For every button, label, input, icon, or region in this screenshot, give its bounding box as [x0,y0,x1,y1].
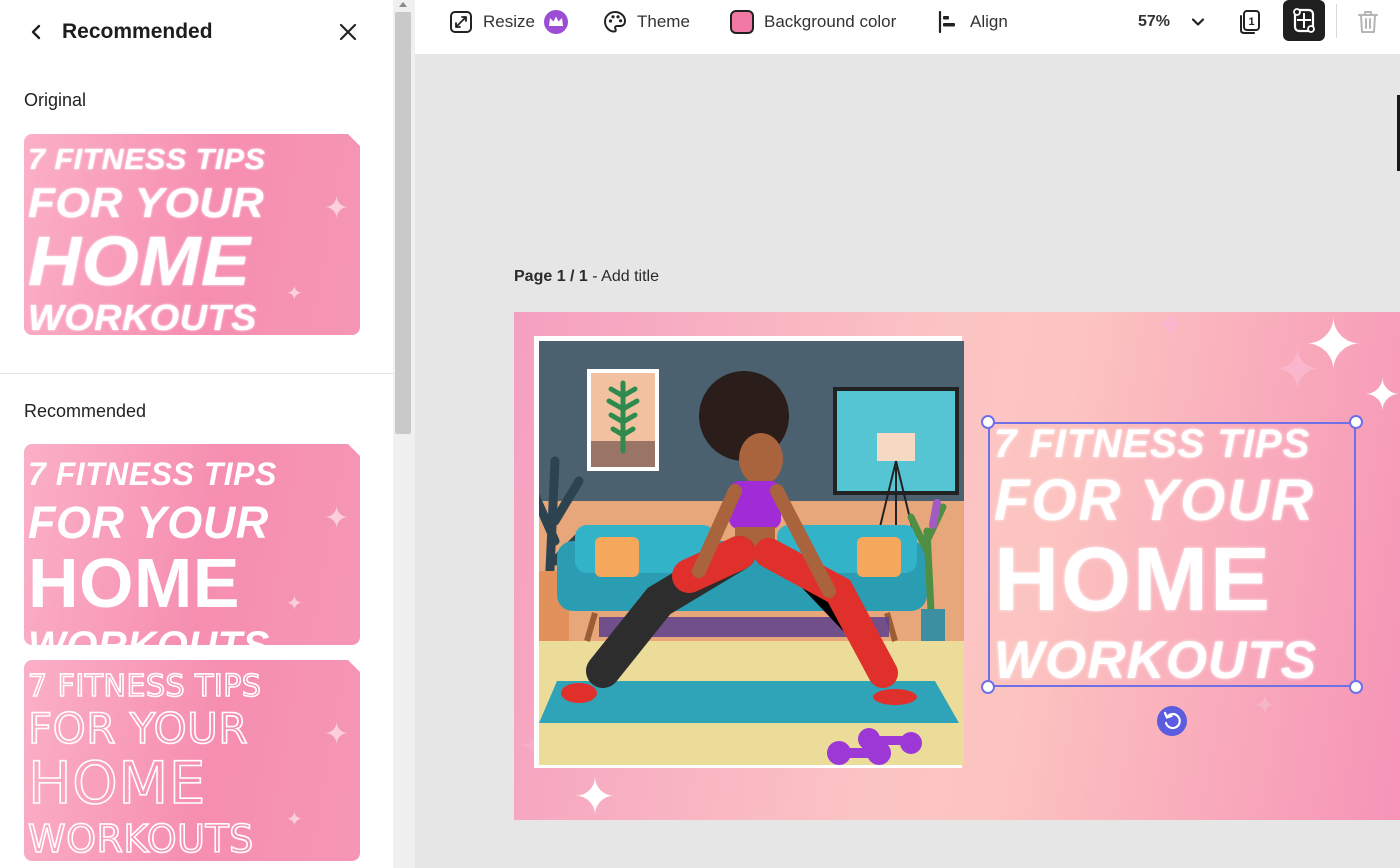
scroll-up-arrow-icon[interactable] [398,0,408,8]
close-button[interactable] [334,18,362,46]
selection-box[interactable] [988,422,1356,687]
resize-label: Resize [483,12,535,31]
resize-handle-bottom-left[interactable] [981,680,995,694]
resize-handle-top-right[interactable] [1349,415,1363,429]
sparkle-icon: ✦ [286,283,303,305]
sparkle-icon: ✦ [1274,338,1321,401]
sparkle-icon: ✦ [1254,690,1276,720]
workout-illustration[interactable] [539,341,964,765]
original-section-label: Original [24,90,87,110]
svg-text:1: 1 [1249,16,1255,28]
rotate-button[interactable] [1157,706,1187,736]
thumb-line-2: FOR YOUR [27,704,249,753]
toolbar-separator [1336,4,1337,38]
zoom-dropdown[interactable]: 57% [1138,8,1208,36]
sparkle-icon: ✦ [286,593,303,615]
recommendations-panel: Recommended Original ✦ ✦ 7 FITNESS TIPS … [0,0,393,868]
sparkle-icon: ✦ [286,809,303,831]
thumb-line-3: HOME [27,749,206,817]
chevron-left-icon [31,24,41,40]
thumb-line-4: WORKOUTS [28,626,270,645]
thumb-line-4: WORKOUTS [28,297,257,336]
pages-button[interactable]: 1 [1236,8,1264,36]
thumbnail-corner [348,660,360,672]
align-left-icon [938,10,955,34]
thumb-line-1: 7 FITNESS TIPS [27,669,262,704]
sparkle-icon: ✦ [1154,312,1188,348]
add-title-prompt[interactable]: - Add title [592,268,659,285]
page-number: Page 1 / 1 [514,268,588,285]
thumb-line-1: 7 FITNESS TIPS [28,456,277,492]
resize-handle-bottom-right[interactable] [1349,680,1363,694]
palette-icon [603,10,627,33]
panel-scrollbar-thumb[interactable] [395,12,411,434]
background-color-label: Background color [764,12,897,31]
resize-button[interactable]: Resize [449,8,569,36]
original-variant-thumbnail[interactable]: ✦ ✦ 7 FITNESS TIPS FOR YOUR HOME WORKOUT… [24,134,360,335]
resize-handle-top-left[interactable] [981,415,995,429]
background-color-button[interactable]: Background color [730,8,896,36]
thumb-line-2: FOR YOUR [28,497,269,548]
back-button[interactable] [22,18,50,46]
background-color-swatch [730,10,754,34]
sparkle-icon: ✦ [324,502,350,535]
theme-button[interactable]: Theme [603,8,690,36]
sparkle-icon: ✦ [1364,371,1400,420]
zoom-level: 57% [1138,13,1171,30]
recommended-variant-thumbnail-1[interactable]: ✦ ✦ 7 FITNESS TIPS FOR YOUR HOME WORKOUT… [24,444,360,645]
resize-icon [450,11,472,33]
thumb-line-1: 7 FITNESS TIPS [28,144,266,176]
theme-label: Theme [637,12,690,31]
thumbnail-corner [348,134,360,146]
layers-icon [1293,8,1315,33]
delete-button[interactable] [1355,8,1381,36]
section-divider [0,373,393,374]
page-label: Page 1 / 1 - Add title [514,268,659,286]
thumb-line-2: FOR YOUR [28,179,265,226]
pages-icon: 1 [1240,10,1260,34]
align-label: Align [970,12,1008,31]
close-icon [339,23,357,41]
sparkle-icon: ✦ [324,192,350,225]
rotate-icon [1163,711,1181,730]
sparkle-icon: ✦ [324,718,350,751]
thumb-line-3: HOME [28,544,240,622]
layers-button[interactable] [1283,0,1325,41]
chevron-down-icon [1191,18,1205,26]
panel-header: Recommended [0,0,393,64]
thumb-line-3: HOME [28,222,251,300]
recommended-variant-thumbnail-2[interactable]: ✦ ✦ 7 FITNESS TIPS FOR YOUR HOME WORKOUT… [24,660,360,861]
panel-title: Recommended [62,20,213,43]
woman-lunge-illustration [539,341,964,765]
premium-crown-icon [543,10,568,34]
sparkle-icon: ✦ [574,769,616,820]
thumbnail-corner [348,444,360,456]
thumb-line-4: WORKOUTS [27,817,254,861]
trash-icon [1358,11,1378,33]
recommended-section-label: Recommended [24,401,147,421]
align-button[interactable]: Align [936,8,1008,36]
